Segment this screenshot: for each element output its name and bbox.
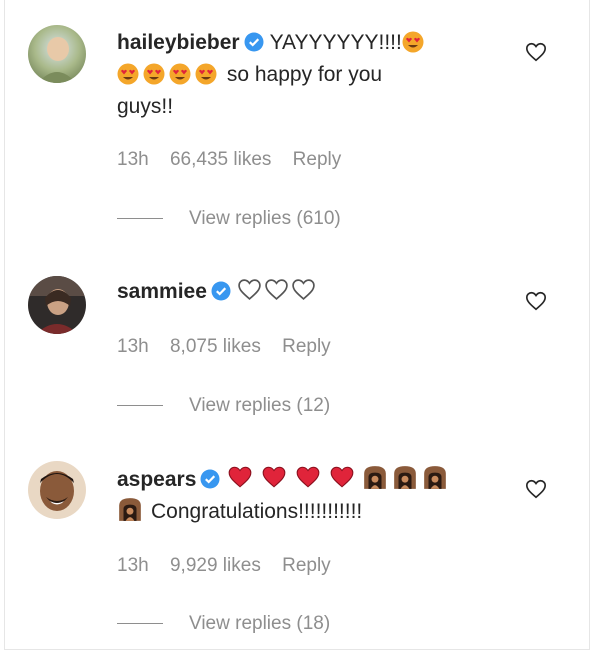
comment-likes[interactable]: 8,075 likes (170, 336, 261, 357)
heart-eyes-emoji (402, 31, 424, 53)
username[interactable]: haileybieber (117, 31, 240, 54)
view-replies-button[interactable]: View replies (610) (117, 208, 341, 230)
heart-outline-icon[interactable] (525, 41, 547, 63)
heart-eyes-emoji (195, 63, 217, 85)
red-heart-emoji (263, 466, 286, 488)
username[interactable]: aspears (117, 468, 196, 491)
reply-button[interactable]: Reply (282, 555, 331, 576)
white-heart-emoji (265, 279, 288, 300)
heart-outline-icon[interactable] (525, 478, 547, 500)
comment-text-part3: guys!! (117, 95, 174, 118)
heart-eyes-emoji (143, 63, 165, 85)
comment-time: 13h (117, 149, 149, 170)
view-replies-button[interactable]: View replies (12) (117, 395, 330, 417)
verified-badge-icon (211, 281, 231, 301)
comment-body: aspears Congratulations!!!!!!!!!!! (117, 464, 497, 528)
avatar[interactable] (28, 25, 86, 83)
view-replies-label: View replies (18) (189, 613, 331, 634)
avatar[interactable] (28, 461, 86, 519)
verified-badge-icon (244, 32, 264, 52)
family-emoji (364, 466, 387, 489)
comment-meta: 13h 66,435 likes Reply (117, 149, 357, 171)
comment-meta: 13h 9,929 likes Reply (117, 555, 347, 577)
red-heart-emoji (331, 466, 354, 488)
reply-button[interactable]: Reply (282, 336, 331, 357)
family-emoji (394, 466, 417, 489)
username[interactable]: sammiee (117, 280, 207, 303)
comment-text: Congratulations!!!!!!!!!!! (151, 500, 363, 523)
heart-eyes-emoji (117, 63, 139, 85)
verified-badge-icon (200, 469, 220, 489)
family-emoji (119, 498, 141, 521)
reply-button[interactable]: Reply (293, 149, 342, 170)
comment-time: 13h (117, 336, 149, 357)
avatar[interactable] (28, 276, 86, 334)
comment-likes[interactable]: 9,929 likes (170, 555, 261, 576)
comment-text-part1: YAYYYYYY!!!! (269, 31, 402, 54)
family-emoji (424, 466, 447, 489)
red-heart-emoji (229, 466, 252, 488)
comment-text-part2: so happy for you (226, 63, 383, 86)
view-replies-label: View replies (12) (189, 395, 331, 416)
view-replies-button[interactable]: View replies (18) (117, 613, 330, 635)
comment-body: haileybieber YAYYYYYY!!!! so happy for yo… (117, 27, 497, 123)
divider (117, 218, 163, 220)
comment-time: 13h (117, 555, 149, 576)
red-heart-emoji (297, 466, 320, 488)
divider (117, 623, 163, 625)
comment-meta: 13h 8,075 likes Reply (117, 336, 347, 358)
comment-likes[interactable]: 66,435 likes (170, 149, 271, 170)
white-heart-emoji (238, 279, 261, 300)
heart-eyes-emoji (169, 63, 191, 85)
heart-outline-icon[interactable] (525, 290, 547, 312)
white-heart-emoji (292, 279, 315, 300)
view-replies-label: View replies (610) (189, 208, 341, 229)
divider (117, 405, 163, 407)
comment-body: sammiee (117, 276, 497, 308)
